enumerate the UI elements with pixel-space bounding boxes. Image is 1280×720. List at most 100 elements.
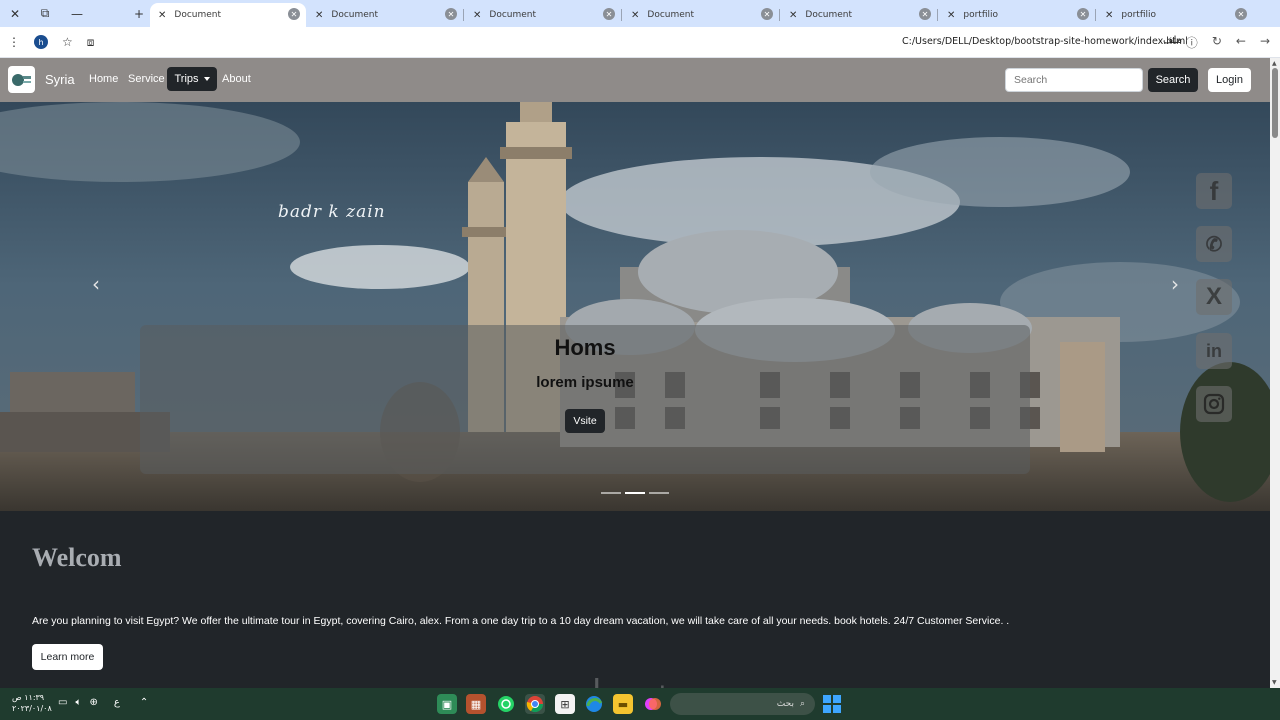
tab-favicon-icon: ✕ bbox=[288, 8, 300, 20]
scroll-down-icon[interactable]: ▼ bbox=[1272, 679, 1277, 686]
tab-separator bbox=[779, 9, 780, 21]
taskbar-search[interactable]: بحث ⌕ bbox=[670, 693, 815, 715]
whatsapp-taskbar-icon[interactable] bbox=[496, 694, 516, 714]
facebook-icon[interactable]: f bbox=[1196, 173, 1232, 209]
tab-separator bbox=[1095, 9, 1096, 21]
menu-kebab-icon[interactable]: ⋮ bbox=[8, 35, 20, 49]
photographer-signature: badr k zain bbox=[278, 202, 386, 222]
browser-tab-strip: ✕ ⧉ — + ✕ Document ✕ ✕ Document ✕ ✕ Docu… bbox=[0, 0, 1280, 27]
browser-tab[interactable]: ✕ Document ✕ bbox=[781, 3, 938, 27]
welcome-title: Welcom bbox=[32, 543, 122, 572]
extensions-icon[interactable]: ⧈ bbox=[87, 35, 95, 50]
carousel-caption: Homs lorem ipsume Vsite bbox=[140, 325, 1030, 474]
chrome-taskbar-icon[interactable] bbox=[525, 694, 545, 714]
edge-taskbar-icon[interactable] bbox=[584, 694, 604, 714]
search-button[interactable]: Search bbox=[1148, 68, 1198, 92]
tab-close-icon[interactable]: ✕ bbox=[315, 10, 323, 21]
network-icon[interactable]: ⊕ bbox=[89, 697, 97, 708]
scrollbar-thumb[interactable] bbox=[1272, 68, 1278, 138]
tab-favicon-icon: ✕ bbox=[761, 8, 773, 20]
battery-icon[interactable]: ▭ bbox=[58, 697, 67, 708]
instagram-glyph bbox=[1203, 393, 1225, 415]
back-icon[interactable]: ← bbox=[1236, 34, 1246, 51]
linkedin-icon[interactable]: in bbox=[1196, 333, 1232, 369]
reload-icon[interactable]: ↻ bbox=[1212, 34, 1222, 51]
address-bar-left-controls: ⋮ h ☆ ⧈ bbox=[0, 35, 94, 50]
browser-tab[interactable]: ✕ Document ✕ bbox=[623, 3, 780, 27]
nav-link-home[interactable]: Home bbox=[89, 73, 118, 85]
search-input[interactable] bbox=[1005, 68, 1143, 92]
whatsapp-glyph bbox=[498, 696, 514, 712]
carousel-indicator[interactable] bbox=[601, 492, 621, 494]
logo-mosque-icon bbox=[11, 73, 31, 86]
taskbar-app-icon[interactable]: ▣ bbox=[437, 694, 457, 714]
os-taskbar: ١١:٣٩ ص ٢٠٢٣/٠١/٠٨ ▭ 🔈︎ ⊕ ع ⌃ ▣ ▦ ⊞ ▬ بح… bbox=[0, 688, 1280, 720]
caption-subtitle: lorem ipsume bbox=[536, 374, 634, 391]
tab-close-icon[interactable]: ✕ bbox=[789, 10, 797, 21]
scroll-up-icon[interactable]: ▲ bbox=[1272, 60, 1277, 67]
store-taskbar-icon[interactable]: ⊞ bbox=[555, 694, 575, 714]
bookmark-star-icon[interactable]: ☆ bbox=[62, 35, 73, 49]
nav-dropdown-trips[interactable]: Trips bbox=[167, 67, 217, 91]
tab-favicon-icon: ✕ bbox=[445, 8, 457, 20]
browser-tab[interactable]: ✕ Document ✕ bbox=[465, 3, 622, 27]
tab-title: Document bbox=[331, 10, 379, 20]
carousel-indicator[interactable] bbox=[649, 492, 669, 494]
nav-link-about[interactable]: About bbox=[222, 73, 251, 85]
tab-title: portfilio bbox=[963, 10, 999, 20]
tab-title: Document bbox=[174, 10, 222, 20]
site-logo[interactable] bbox=[8, 66, 35, 93]
close-window-icon[interactable]: ✕ bbox=[0, 0, 30, 27]
x-icon[interactable]: X bbox=[1196, 279, 1232, 315]
nav-buttons: ⓘ ↻ ← → bbox=[1186, 34, 1270, 51]
nav-link-service[interactable]: Service bbox=[128, 73, 165, 85]
tab-separator bbox=[621, 9, 622, 21]
whatsapp-icon[interactable]: ✆ bbox=[1196, 226, 1232, 262]
welcome-text: Are you planning to visit Egypt? We offe… bbox=[32, 615, 1010, 627]
instagram-icon[interactable] bbox=[1196, 386, 1232, 422]
tab-close-icon[interactable]: ✕ bbox=[473, 10, 481, 21]
tab-separator bbox=[937, 9, 938, 21]
taskbar-app-icon[interactable]: ▦ bbox=[466, 694, 486, 714]
tab-title: Document bbox=[805, 10, 853, 20]
browser-tab[interactable]: ✕ Document ✕ bbox=[307, 3, 464, 27]
carousel-indicators bbox=[601, 492, 669, 494]
info-icon[interactable]: ⓘ bbox=[1186, 34, 1198, 51]
visit-button[interactable]: Vsite bbox=[565, 409, 605, 433]
browser-tab[interactable]: ✕ portfilio ✕ bbox=[1097, 3, 1253, 27]
tray-chevron-icon[interactable]: ⌃ bbox=[140, 697, 148, 708]
browser-tab[interactable]: ✕ Document ✕ bbox=[150, 3, 306, 27]
login-button[interactable]: Login bbox=[1208, 68, 1251, 92]
site-navbar: Syria Home Service Trips About Search Lo… bbox=[0, 58, 1270, 102]
copilot-taskbar-icon[interactable] bbox=[643, 694, 663, 714]
forward-icon[interactable]: → bbox=[1260, 34, 1270, 51]
url-field[interactable]: C:/Users/DELL/Desktop/bootstrap-site-hom… bbox=[902, 36, 1188, 47]
learn-more-button[interactable]: Learn more bbox=[32, 644, 103, 670]
hero-carousel: badr k zain ‹ › Homs lorem ipsume Vsite bbox=[0, 102, 1270, 511]
minimize-window-icon[interactable]: — bbox=[62, 0, 92, 27]
carousel-indicator-active[interactable] bbox=[625, 492, 645, 494]
windows-start-icon[interactable] bbox=[823, 695, 841, 713]
profile-avatar[interactable]: h bbox=[34, 35, 48, 49]
taskbar-clock[interactable]: ١١:٣٩ ص ٢٠٢٣/٠١/٠٨ bbox=[12, 692, 52, 714]
carousel-next-icon[interactable]: › bbox=[1165, 272, 1185, 296]
tab-close-icon[interactable]: ✕ bbox=[947, 10, 955, 21]
browser-tab[interactable]: ✕ portfilio ✕ bbox=[939, 3, 1096, 27]
volume-icon[interactable]: 🔈︎ bbox=[75, 697, 81, 708]
tab-title: Document bbox=[647, 10, 695, 20]
nav-dropdown-label: Trips bbox=[174, 73, 199, 85]
clock-date: ٢٠٢٣/٠١/٠٨ bbox=[12, 704, 52, 713]
caret-down-icon bbox=[203, 77, 210, 81]
page-scrollbar[interactable]: ▲ ▼ bbox=[1270, 58, 1280, 688]
caption-title: Homs bbox=[554, 335, 616, 360]
tab-close-icon[interactable]: ✕ bbox=[631, 10, 639, 21]
system-tray: ▭ 🔈︎ ⊕ ع ⌃ bbox=[58, 697, 148, 708]
tab-favicon-icon: ✕ bbox=[603, 8, 615, 20]
navbar-brand[interactable]: Syria bbox=[45, 72, 75, 87]
restore-window-icon[interactable]: ⧉ bbox=[30, 0, 60, 27]
tab-close-icon[interactable]: ✕ bbox=[158, 10, 166, 21]
carousel-prev-icon[interactable]: ‹ bbox=[86, 272, 106, 296]
tab-close-icon[interactable]: ✕ bbox=[1105, 10, 1113, 21]
language-indicator[interactable]: ع bbox=[114, 697, 120, 708]
file-explorer-icon[interactable]: ▬ bbox=[613, 694, 633, 714]
